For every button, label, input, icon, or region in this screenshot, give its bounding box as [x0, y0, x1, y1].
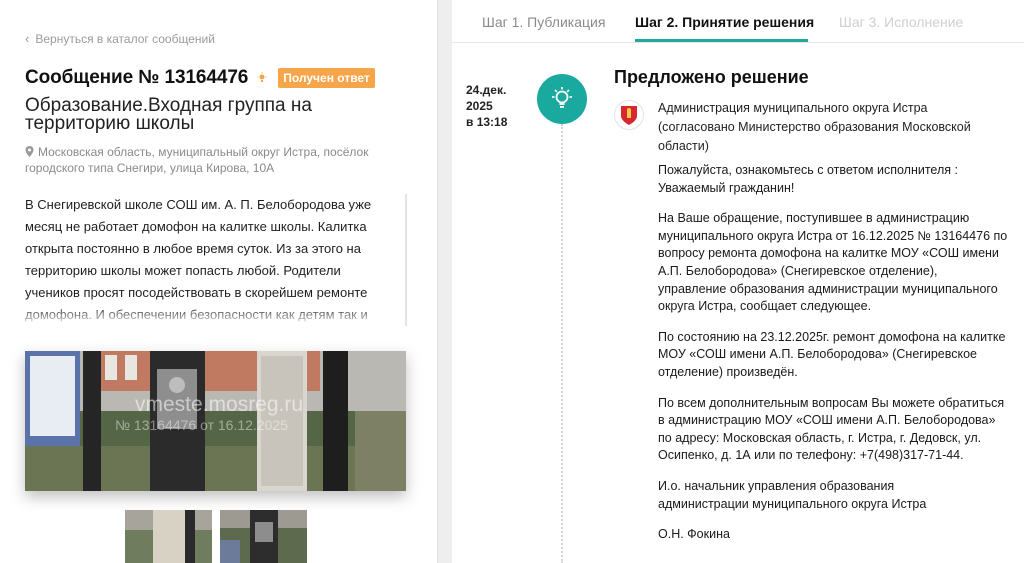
answer-paragraph: По всем дополнительным вопросам Вы может… [658, 395, 1005, 463]
event-date-time: в 13:18 [466, 115, 508, 129]
answer-paragraph: По состоянию на 23.12.2025г. ремонт домо… [658, 329, 1006, 379]
active-tab-indicator [635, 39, 808, 42]
back-link-label: Вернуться в каталог сообщений [35, 31, 215, 46]
address-text: Московская область, муниципальный округ … [25, 145, 369, 175]
signatory-position-line1: И.о. начальник управления образования [658, 478, 895, 493]
photo-thumbnail[interactable] [125, 510, 212, 563]
decision-panel: Шаг 1. Публикация Шаг 2. Принятие решени… [452, 0, 1024, 563]
event-date-day: 24.дек. [466, 83, 507, 97]
organization-name: Администрация муниципального округа Истр… [658, 101, 971, 153]
tab-step-publication[interactable]: Шаг 1. Публикация [482, 14, 605, 30]
signatory-position-line2: администрации муниципального округа Истр… [658, 496, 927, 511]
event-date-year: 2025 [466, 99, 493, 113]
emblem-icon [614, 100, 644, 130]
lightbulb-icon [552, 87, 572, 108]
photo-watermark-site: vmeste.mosreg.ru [135, 393, 304, 416]
event-date: 24.дек. 2025 в 13:18 [466, 82, 526, 130]
message-panel: ‹ Вернуться в каталог сообщений Сообщени… [0, 0, 437, 563]
answer-intro-line1: Пожалуйста, ознакомьтесь с ответом испол… [658, 163, 958, 177]
answer-greeting: Уважаемый гражданин! [658, 180, 795, 195]
tab-step-decision[interactable]: Шаг 2. Принятие решения [635, 14, 814, 30]
timeline-marker [537, 74, 587, 124]
description-fade [25, 306, 405, 326]
answer-paragraph: На Ваше обращение, поступившее в админис… [658, 211, 1008, 314]
panel-divider [437, 0, 452, 563]
photo-thumbnail[interactable] [220, 510, 307, 563]
answer-text: Пожалуйста, ознакомьтесь с ответом испол… [658, 162, 1008, 557]
location-pin-icon [25, 146, 34, 157]
decision-title: Предложено решение [614, 67, 809, 87]
status-badge: Получен ответ [278, 68, 375, 88]
message-header: Сообщение № 13164476 Получен ответ [25, 67, 375, 89]
answer-signatory: И.о. начальник управления образования ад… [658, 478, 1008, 513]
chevron-left-icon: ‹ [25, 31, 30, 46]
signatory-name: О.Н. Фокина [658, 527, 730, 542]
lightbulb-icon [257, 72, 267, 82]
back-to-catalog-link[interactable]: ‹ Вернуться в каталог сообщений [25, 31, 215, 46]
tab-step-execution[interactable]: Шаг 3. Исполнение [839, 14, 963, 30]
photo-watermark-id: № 13164476 от 16.12.2025 [115, 417, 288, 433]
message-address: Московская область, муниципальный округ … [25, 144, 405, 176]
message-description-scroll[interactable]: В Снегиревской школе СОШ им. А. П. Белоб… [25, 194, 407, 326]
steps-tabs: Шаг 1. Публикация Шаг 2. Принятие решени… [452, 0, 1024, 43]
message-category: Образование.Входная группа на территорию… [25, 95, 312, 134]
answer-intro: Пожалуйста, ознакомьтесь с ответом испол… [658, 162, 1008, 197]
timeline-line [561, 124, 563, 563]
message-title: Сообщение № 13164476 [25, 67, 249, 88]
main-photo[interactable]: vmeste.mosreg.ru № 13164476 от 16.12.202… [25, 351, 406, 491]
